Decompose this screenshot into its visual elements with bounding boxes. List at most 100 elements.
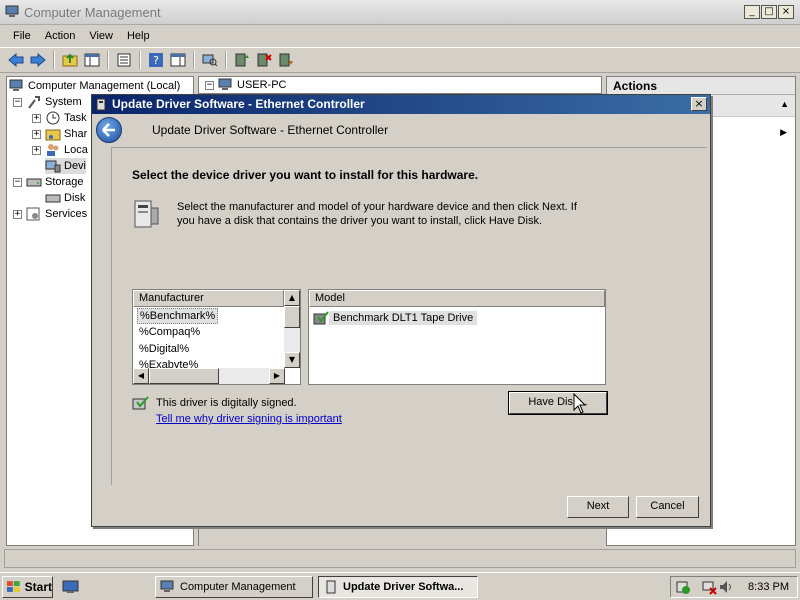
device-tree-header[interactable]: − USER-PC xyxy=(198,76,602,94)
scroll-up-button[interactable]: ▲ xyxy=(284,290,300,306)
help-icon[interactable]: ? xyxy=(146,50,166,70)
device-icon xyxy=(96,98,106,111)
model-label: Benchmark DLT1 Tape Drive xyxy=(329,311,478,325)
toolbar-separator xyxy=(53,51,55,69)
tree-item-local-users[interactable]: + Loca xyxy=(32,142,88,158)
taskbar-item-label: Computer Management xyxy=(180,581,296,593)
show-hide-tree-icon[interactable] xyxy=(82,50,102,70)
cancel-button[interactable]: Cancel xyxy=(636,496,699,518)
manufacturer-item[interactable]: %Compaq% xyxy=(137,325,202,341)
scroll-down-button[interactable]: ▼ xyxy=(284,352,300,368)
tree-item-root[interactable]: Computer Management (Local) xyxy=(9,78,180,94)
more-actions-arrow-icon[interactable]: ▶ xyxy=(780,127,787,138)
computer-management-icon xyxy=(160,580,174,592)
window-controls: _ □ × xyxy=(744,5,794,19)
menu-help[interactable]: Help xyxy=(120,30,157,42)
maximize-button[interactable]: □ xyxy=(761,5,777,19)
network-icon[interactable] xyxy=(701,579,717,595)
toolbar: ? xyxy=(0,47,800,73)
tree-item-task-scheduler[interactable]: + Task xyxy=(32,110,87,126)
clock[interactable]: 8:33 PM xyxy=(748,581,789,593)
tree-item-device-manager[interactable]: Devi xyxy=(45,158,87,174)
storage-icon xyxy=(26,178,42,187)
status-bar xyxy=(4,549,796,568)
tools-icon xyxy=(28,96,40,109)
taskbar-item-update-driver[interactable]: Update Driver Softwa... xyxy=(318,576,478,598)
scroll-left-button[interactable]: ◀ xyxy=(133,368,149,384)
menubar: File Action View Help xyxy=(0,25,800,46)
tree-item-shared-folders[interactable]: + Shar xyxy=(32,126,87,142)
volume-icon[interactable] xyxy=(719,579,733,595)
scroll-thumb[interactable] xyxy=(149,368,219,384)
manufacturer-item[interactable]: %Digital% xyxy=(137,342,191,358)
computer-management-icon xyxy=(5,5,19,17)
start-button[interactable]: Start xyxy=(2,576,53,598)
expand-toggle[interactable]: + xyxy=(13,209,22,219)
signed-status: This driver is digitally signed. xyxy=(132,396,297,410)
back-button[interactable] xyxy=(96,117,122,143)
tree-item-label: System xyxy=(45,96,82,108)
tree-item-label: Services xyxy=(45,208,88,220)
model-list[interactable]: Model Benchmark DLT1 Tape Drive xyxy=(308,289,606,385)
update-driver-icon[interactable] xyxy=(232,50,252,70)
scroll-thumb[interactable] xyxy=(284,306,300,328)
menu-file[interactable]: File xyxy=(6,30,38,42)
vertical-scrollbar[interactable]: ▲ ▼ xyxy=(284,290,300,368)
manufacturer-list[interactable]: Manufacturer %Benchmark% %Compaq% %Digit… xyxy=(132,289,301,385)
update-driver-dialog: Update Driver Software - Ethernet Contro… xyxy=(91,94,711,527)
computer-icon xyxy=(9,79,23,91)
collapse-toggle[interactable]: − xyxy=(205,80,214,90)
tree-item-services[interactable]: + Services xyxy=(13,206,87,222)
collapse-toggle[interactable]: − xyxy=(13,97,22,107)
forward-arrow-icon[interactable] xyxy=(28,50,48,70)
dialog-close-button[interactable]: × xyxy=(691,97,707,111)
taskbar-item-label: Update Driver Softwa... xyxy=(343,581,464,593)
tree-item-system-tools[interactable]: − System xyxy=(13,94,82,110)
menu-action[interactable]: Action xyxy=(38,30,83,42)
minimize-button[interactable]: _ xyxy=(744,5,760,19)
back-arrow-icon[interactable] xyxy=(6,50,26,70)
tree-item-label: Task xyxy=(64,112,87,124)
show-hide-action-pane-icon[interactable] xyxy=(168,50,188,70)
uninstall-device-icon[interactable] xyxy=(254,50,274,70)
computer-icon xyxy=(218,78,232,90)
close-button[interactable]: × xyxy=(778,5,794,19)
tree-item-disk-management[interactable]: Disk xyxy=(45,190,85,206)
toolbar-separator xyxy=(225,51,227,69)
taskbar-item-computer-management[interactable]: Computer Management xyxy=(155,576,313,598)
dialog-titlebar: Update Driver Software - Ethernet Contro… xyxy=(92,95,710,114)
up-folder-icon[interactable] xyxy=(60,50,80,70)
scroll-right-button[interactable]: ▶ xyxy=(269,368,285,384)
disk-icon xyxy=(45,194,61,203)
start-label: Start xyxy=(24,580,52,594)
collapse-up-icon[interactable]: ▲ xyxy=(780,99,789,109)
collapse-toggle[interactable]: − xyxy=(13,177,22,187)
model-column-header[interactable]: Model xyxy=(309,290,605,307)
expand-toggle[interactable]: + xyxy=(32,113,41,123)
manufacturer-column-header[interactable]: Manufacturer xyxy=(133,290,284,307)
tree-item-label: Computer Management (Local) xyxy=(28,80,181,92)
wizard-content: Select the device driver you want to ins… xyxy=(111,147,707,485)
model-item[interactable]: Benchmark DLT1 Tape Drive xyxy=(313,310,478,326)
driver-signing-link[interactable]: Tell me why driver signing is important xyxy=(156,413,342,425)
properties-icon[interactable] xyxy=(114,50,134,70)
action-center-icon[interactable] xyxy=(675,579,691,595)
horizontal-scrollbar[interactable]: ◀ ▶ xyxy=(133,368,285,384)
manufacturer-item[interactable]: %Exabyte% xyxy=(137,358,200,368)
shared-folder-icon xyxy=(45,129,61,141)
have-disk-button[interactable]: Have Disk... xyxy=(508,391,608,415)
hardware-device-icon xyxy=(134,200,159,228)
tree-item-storage[interactable]: − Storage xyxy=(13,174,84,190)
windows-logo-icon xyxy=(6,581,20,592)
next-button[interactable]: Next xyxy=(567,496,629,518)
show-desktop-icon[interactable] xyxy=(62,579,80,598)
manufacturer-item[interactable]: %Benchmark% xyxy=(137,308,219,324)
scan-hardware-icon[interactable] xyxy=(200,50,220,70)
disable-device-icon[interactable] xyxy=(276,50,296,70)
mouse-cursor-icon xyxy=(573,393,587,414)
expand-toggle[interactable]: + xyxy=(32,129,41,139)
expand-toggle[interactable]: + xyxy=(32,145,41,155)
taskbar: Start Computer Management Update Driver … xyxy=(0,572,800,600)
menu-view[interactable]: View xyxy=(82,30,120,42)
users-icon xyxy=(47,144,59,156)
